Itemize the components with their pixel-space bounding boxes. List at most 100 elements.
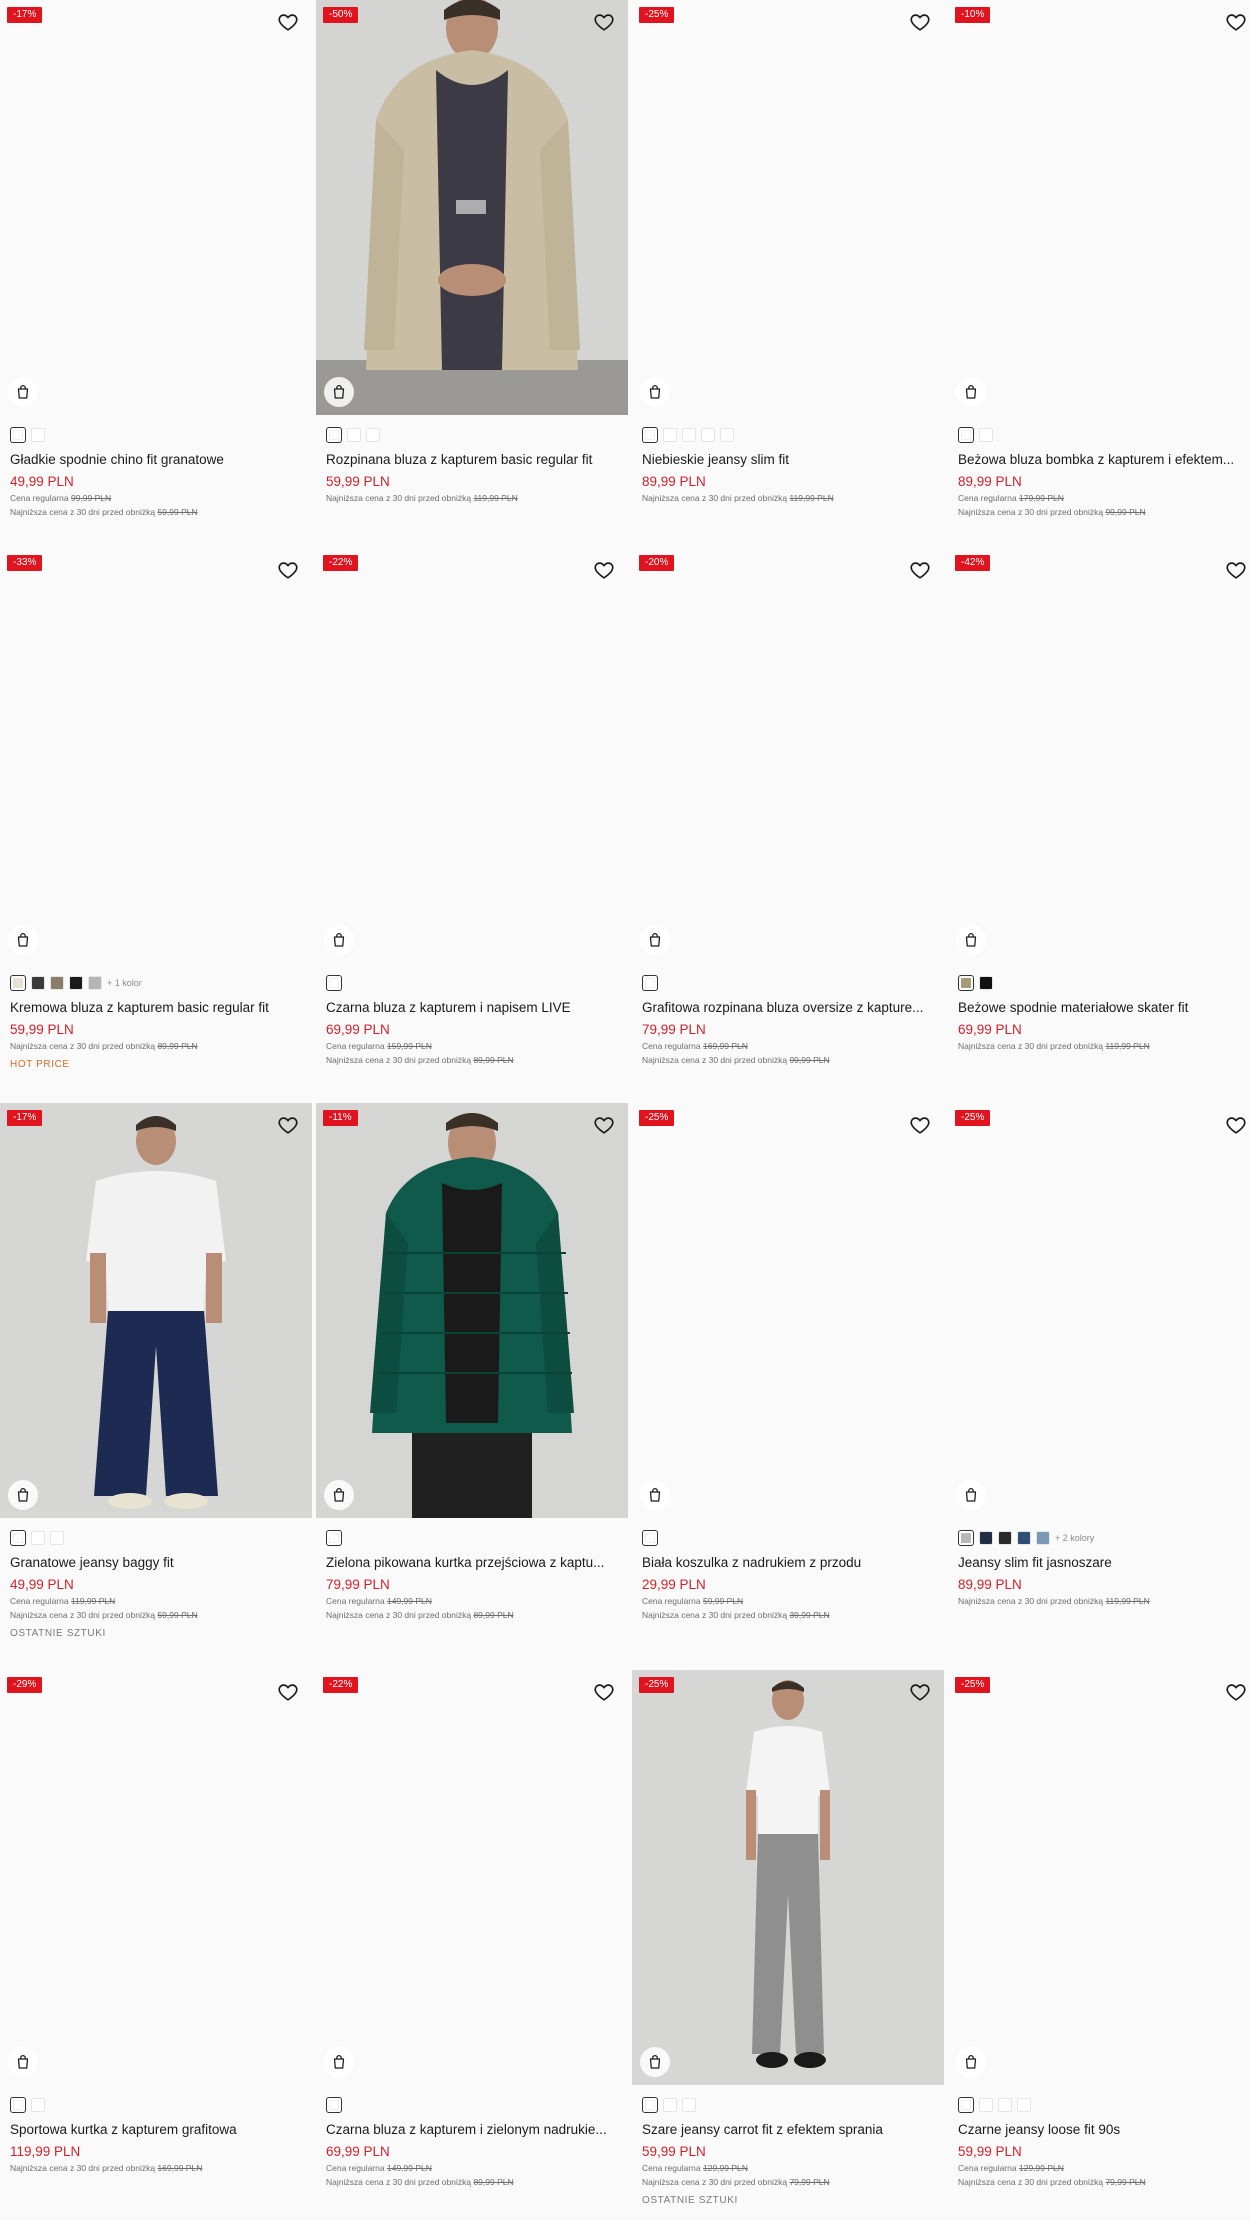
- color-swatch[interactable]: [642, 1530, 658, 1546]
- product-title[interactable]: Jeansy slim fit jasnoszare: [958, 1554, 1250, 1572]
- product-title[interactable]: Sportowa kurtka z kapturem grafitowa: [10, 2121, 302, 2139]
- product-card[interactable]: -42% Beżowe spodnie materiałowe skater fi…: [948, 548, 1250, 1053]
- shopping-bag-icon[interactable]: [956, 2047, 986, 2077]
- shopping-bag-icon[interactable]: [8, 1480, 38, 1510]
- heart-icon[interactable]: [1225, 11, 1247, 33]
- product-title[interactable]: Gładkie spodnie chino fit granatowe: [10, 451, 302, 469]
- product-card[interactable]: -25% Niebieskie jeansy slim fit 89,99 PLN N…: [632, 0, 944, 505]
- color-swatch[interactable]: [663, 428, 677, 442]
- product-title[interactable]: Biała koszulka z nadrukiem z przodu: [642, 1554, 934, 1572]
- product-image[interactable]: -29%: [0, 1670, 312, 2085]
- product-image[interactable]: -22%: [316, 1670, 628, 2085]
- product-title[interactable]: Szare jeansy carrot fit z efektem sprani…: [642, 2121, 934, 2139]
- shopping-bag-icon[interactable]: [324, 377, 354, 407]
- shopping-bag-icon[interactable]: [640, 2047, 670, 2077]
- product-title[interactable]: Kremowa bluza z kapturem basic regular f…: [10, 999, 302, 1017]
- color-swatch[interactable]: [1017, 2098, 1031, 2112]
- product-card[interactable]: -25% Biała koszulka z nadrukiem z przodu 2…: [632, 1103, 944, 1622]
- product-image[interactable]: -20%: [632, 548, 944, 963]
- color-swatch[interactable]: [998, 2098, 1012, 2112]
- color-swatch[interactable]: [958, 427, 974, 443]
- color-swatch[interactable]: [682, 428, 696, 442]
- shopping-bag-icon[interactable]: [956, 377, 986, 407]
- product-image[interactable]: -50%: [316, 0, 628, 415]
- heart-icon[interactable]: [277, 559, 299, 581]
- color-swatch[interactable]: [958, 1530, 974, 1546]
- color-swatch[interactable]: [979, 976, 993, 990]
- product-card[interactable]: -11% Zielona pikowana kurtka przejściowa …: [316, 1103, 628, 1622]
- heart-icon[interactable]: [593, 559, 615, 581]
- color-swatch[interactable]: [663, 2098, 677, 2112]
- product-card[interactable]: -17% Gładkie spodnie chino fit granatowe 4…: [0, 0, 312, 519]
- product-image[interactable]: -22%: [316, 548, 628, 963]
- shopping-bag-icon[interactable]: [640, 925, 670, 955]
- heart-icon[interactable]: [277, 1681, 299, 1703]
- heart-icon[interactable]: [1225, 559, 1247, 581]
- product-title[interactable]: Beżowa bluza bombka z kapturem i efektem…: [958, 451, 1250, 469]
- product-image[interactable]: -17%: [0, 0, 312, 415]
- shopping-bag-icon[interactable]: [956, 1480, 986, 1510]
- color-swatch[interactable]: [326, 975, 342, 991]
- heart-icon[interactable]: [277, 11, 299, 33]
- heart-icon[interactable]: [1225, 1681, 1247, 1703]
- color-swatch[interactable]: [998, 1531, 1012, 1545]
- color-swatch[interactable]: [31, 2098, 45, 2112]
- heart-icon[interactable]: [277, 1114, 299, 1136]
- product-title[interactable]: Beżowe spodnie materiałowe skater fit: [958, 999, 1250, 1017]
- product-card[interactable]: -25% + 2 kolory Jeansy slim fit jasnoszare…: [948, 1103, 1250, 1608]
- product-image[interactable]: -25%: [948, 1670, 1250, 2085]
- product-card[interactable]: -22% Czarna bluza z kapturem i zielonym n…: [316, 1670, 628, 2189]
- color-swatch[interactable]: [1017, 1531, 1031, 1545]
- color-swatch[interactable]: [31, 976, 45, 990]
- color-swatch[interactable]: [979, 1531, 993, 1545]
- shopping-bag-icon[interactable]: [8, 2047, 38, 2077]
- color-swatch[interactable]: [347, 428, 361, 442]
- product-title[interactable]: Niebieskie jeansy slim fit: [642, 451, 934, 469]
- color-swatch[interactable]: [31, 1531, 45, 1545]
- heart-icon[interactable]: [909, 1114, 931, 1136]
- product-card[interactable]: -10% Beżowa bluza bombka z kapturem i efe…: [948, 0, 1250, 519]
- product-card[interactable]: -20% Grafitowa rozpinana bluza oversize z…: [632, 548, 944, 1067]
- color-swatch[interactable]: [10, 975, 26, 991]
- color-swatch[interactable]: [31, 428, 45, 442]
- heart-icon[interactable]: [593, 1681, 615, 1703]
- color-swatch[interactable]: [10, 427, 26, 443]
- product-image[interactable]: -25%: [948, 1103, 1250, 1518]
- more-colors-label[interactable]: + 2 kolory: [1055, 1533, 1094, 1543]
- color-swatch[interactable]: [326, 427, 342, 443]
- product-title[interactable]: Grafitowa rozpinana bluza oversize z kap…: [642, 999, 934, 1017]
- color-swatch[interactable]: [50, 976, 64, 990]
- heart-icon[interactable]: [1225, 1114, 1247, 1136]
- shopping-bag-icon[interactable]: [324, 2047, 354, 2077]
- heart-icon[interactable]: [909, 559, 931, 581]
- product-card[interactable]: -25% Szare jeansy carrot fit z efektem sp…: [632, 1670, 944, 2206]
- product-image[interactable]: -25%: [632, 1103, 944, 1518]
- product-card[interactable]: -25% Czarne jeansy loose fit 90s 59,99 PLN…: [948, 1670, 1250, 2189]
- color-swatch[interactable]: [366, 428, 380, 442]
- color-swatch[interactable]: [642, 975, 658, 991]
- color-swatch[interactable]: [88, 976, 102, 990]
- heart-icon[interactable]: [909, 11, 931, 33]
- product-title[interactable]: Czarna bluza z kapturem i napisem LIVE: [326, 999, 618, 1017]
- color-swatch[interactable]: [701, 428, 715, 442]
- shopping-bag-icon[interactable]: [324, 1480, 354, 1510]
- color-swatch[interactable]: [682, 2098, 696, 2112]
- color-swatch[interactable]: [326, 1530, 342, 1546]
- product-card[interactable]: -17% Granatowe jeansy baggy fit 49,99 PLN C…: [0, 1103, 312, 1639]
- shopping-bag-icon[interactable]: [956, 925, 986, 955]
- product-image[interactable]: -11%: [316, 1103, 628, 1518]
- product-title[interactable]: Rozpinana bluza z kapturem basic regular…: [326, 451, 618, 469]
- color-swatch[interactable]: [1036, 1531, 1050, 1545]
- shopping-bag-icon[interactable]: [640, 1480, 670, 1510]
- heart-icon[interactable]: [909, 1681, 931, 1703]
- color-swatch[interactable]: [69, 976, 83, 990]
- color-swatch[interactable]: [642, 2097, 658, 2113]
- product-title[interactable]: Granatowe jeansy baggy fit: [10, 1554, 302, 1572]
- color-swatch[interactable]: [979, 428, 993, 442]
- color-swatch[interactable]: [50, 1531, 64, 1545]
- color-swatch[interactable]: [958, 2097, 974, 2113]
- product-image[interactable]: -10%: [948, 0, 1250, 415]
- product-card[interactable]: -22% Czarna bluza z kapturem i napisem LI…: [316, 548, 628, 1067]
- heart-icon[interactable]: [593, 11, 615, 33]
- product-image[interactable]: -33%: [0, 548, 312, 963]
